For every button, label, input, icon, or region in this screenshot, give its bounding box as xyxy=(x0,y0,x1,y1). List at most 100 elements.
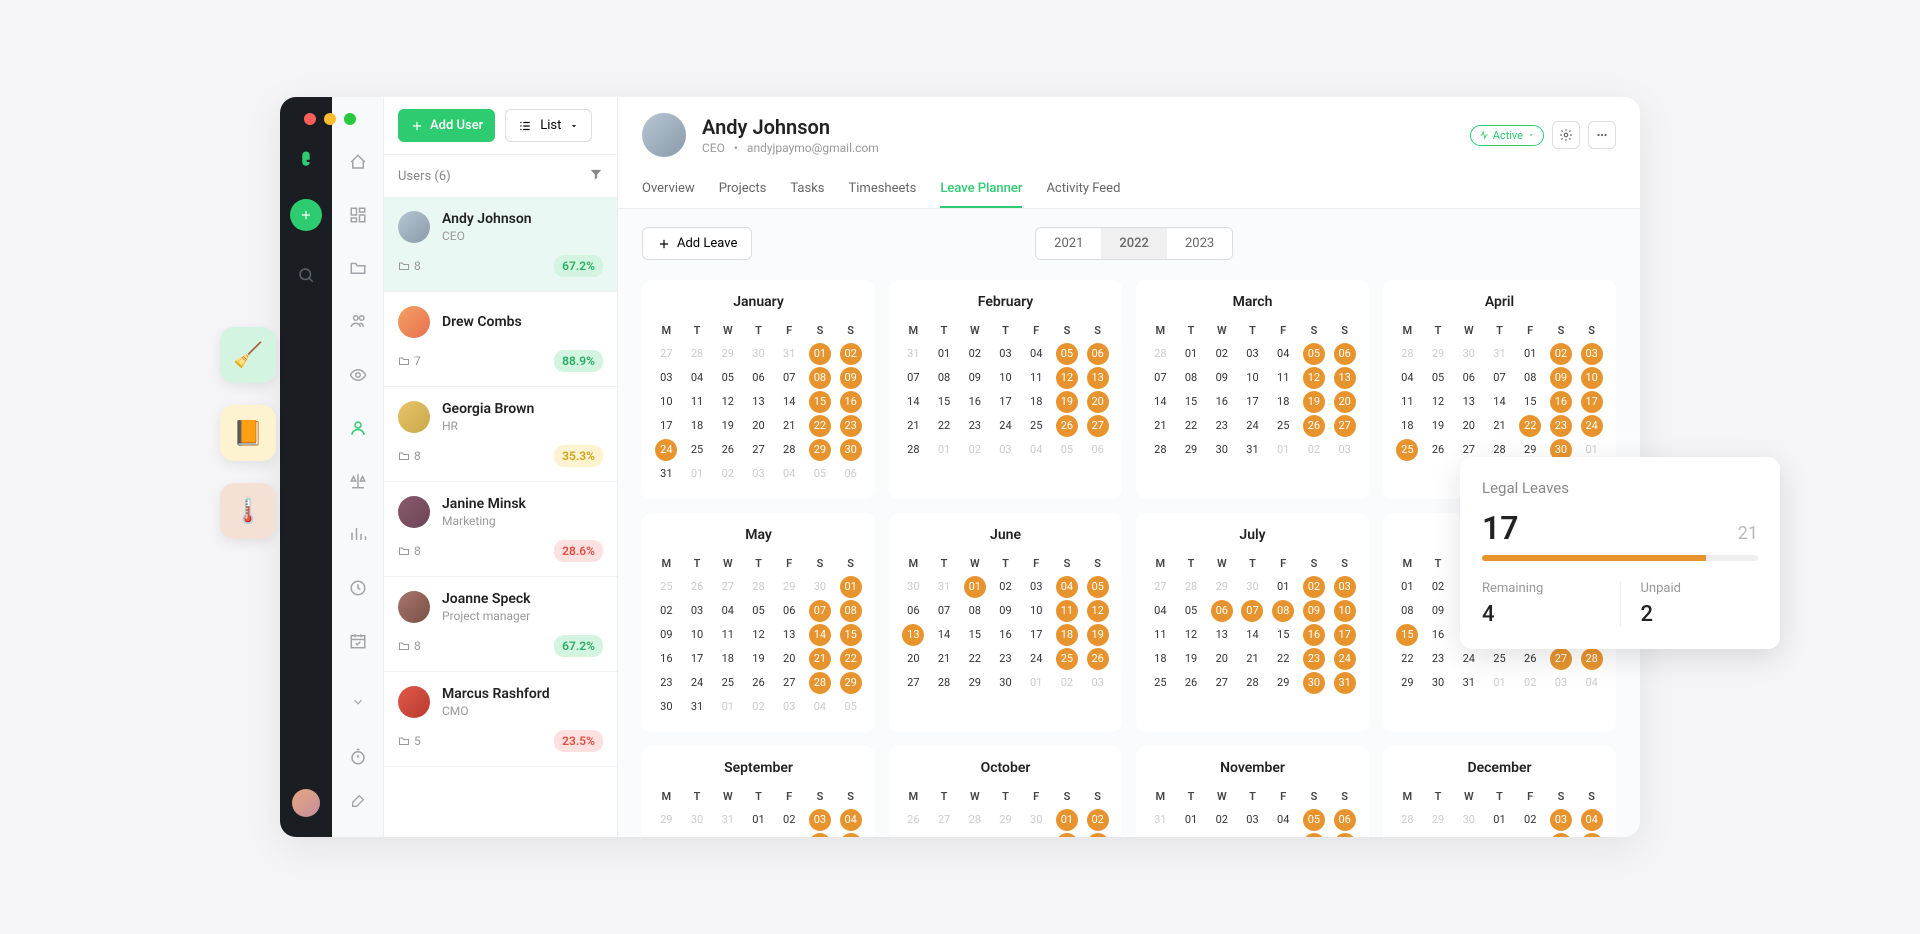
tab-projects[interactable]: Projects xyxy=(719,171,767,208)
day-cell[interactable]: 14 xyxy=(1488,391,1510,413)
day-cell[interactable]: 09 xyxy=(1211,367,1233,389)
day-cell[interactable]: 27 xyxy=(1211,672,1233,694)
day-cell[interactable]: 09 xyxy=(1087,833,1109,837)
day-cell[interactable]: 12 xyxy=(1303,367,1325,389)
tab-tasks[interactable]: Tasks xyxy=(790,171,824,208)
day-cell[interactable]: 24 xyxy=(655,439,677,461)
day-cell[interactable]: 16 xyxy=(655,648,677,670)
day-cell[interactable]: 13 xyxy=(1334,833,1356,837)
day-cell[interactable]: 24 xyxy=(1334,648,1356,670)
day-cell[interactable]: 11 xyxy=(1581,833,1603,837)
day-cell[interactable]: 25 xyxy=(1149,672,1171,694)
day-cell[interactable]: 07 xyxy=(717,833,739,837)
day-cell[interactable]: 20 xyxy=(778,648,800,670)
day-cell[interactable]: 06 xyxy=(994,833,1016,837)
day-cell[interactable]: 17 xyxy=(686,648,708,670)
day-cell[interactable]: 20 xyxy=(1087,391,1109,413)
day-cell[interactable]: 18 xyxy=(1272,391,1294,413)
clients-icon[interactable] xyxy=(342,200,374,229)
day-cell[interactable]: 28 xyxy=(809,672,831,694)
day-cell[interactable]: 14 xyxy=(809,624,831,646)
day-cell[interactable]: 19 xyxy=(1303,391,1325,413)
day-cell[interactable]: 13 xyxy=(1211,624,1233,646)
day-cell[interactable]: 16 xyxy=(1550,391,1572,413)
day-cell[interactable]: 05 xyxy=(747,600,769,622)
day-cell[interactable]: 08 xyxy=(1396,600,1418,622)
day-cell[interactable]: 18 xyxy=(1025,391,1047,413)
day-cell[interactable]: 13 xyxy=(1334,367,1356,389)
day-cell[interactable]: 01 xyxy=(1272,576,1294,598)
day-cell[interactable]: 16 xyxy=(1427,624,1449,646)
day-cell[interactable]: 02 xyxy=(994,576,1016,598)
day-cell[interactable]: 07 xyxy=(1149,833,1171,837)
day-cell[interactable]: 05 xyxy=(1303,809,1325,831)
day-cell[interactable]: 31 xyxy=(655,463,677,485)
maximize-icon[interactable] xyxy=(344,113,356,125)
day-cell[interactable]: 08 xyxy=(1272,600,1294,622)
day-cell[interactable]: 07 xyxy=(1488,367,1510,389)
day-cell[interactable]: 06 xyxy=(902,600,924,622)
scales-icon[interactable] xyxy=(342,467,374,496)
tab-overview[interactable]: Overview xyxy=(642,171,695,208)
day-cell[interactable]: 04 xyxy=(1025,343,1047,365)
day-cell[interactable]: 28 xyxy=(933,672,955,694)
day-cell[interactable]: 18 xyxy=(1149,648,1171,670)
day-cell[interactable]: 01 xyxy=(933,343,955,365)
day-cell[interactable]: 15 xyxy=(809,391,831,413)
close-icon[interactable] xyxy=(304,113,316,125)
day-cell[interactable]: 09 xyxy=(994,600,1016,622)
day-cell[interactable]: 13 xyxy=(1458,391,1480,413)
day-cell[interactable]: 09 xyxy=(1550,367,1572,389)
day-cell[interactable]: 31 xyxy=(1458,672,1480,694)
day-cell[interactable]: 20 xyxy=(1211,648,1233,670)
day-cell[interactable]: 04 xyxy=(1149,600,1171,622)
eye-icon[interactable] xyxy=(342,360,374,389)
day-cell[interactable]: 17 xyxy=(655,415,677,437)
day-cell[interactable]: 23 xyxy=(1303,648,1325,670)
day-cell[interactable]: 24 xyxy=(994,415,1016,437)
day-cell[interactable]: 10 xyxy=(1241,833,1263,837)
tab-timesheets[interactable]: Timesheets xyxy=(849,171,917,208)
day-cell[interactable]: 11 xyxy=(1025,367,1047,389)
day-cell[interactable]: 11 xyxy=(840,833,862,837)
day-cell[interactable]: 02 xyxy=(778,809,800,831)
day-cell[interactable]: 05 xyxy=(1427,367,1449,389)
day-cell[interactable]: 19 xyxy=(1427,415,1449,437)
day-cell[interactable]: 05 xyxy=(717,367,739,389)
day-cell[interactable]: 30 xyxy=(1427,672,1449,694)
day-cell[interactable]: 09 xyxy=(1303,600,1325,622)
day-cell[interactable]: 02 xyxy=(840,343,862,365)
day-cell[interactable]: 09 xyxy=(1211,833,1233,837)
day-cell[interactable]: 29 xyxy=(964,672,986,694)
day-cell[interactable]: 12 xyxy=(1303,833,1325,837)
day-cell[interactable]: 03 xyxy=(1581,343,1603,365)
day-cell[interactable]: 26 xyxy=(1087,648,1109,670)
day-cell[interactable]: 10 xyxy=(686,624,708,646)
day-cell[interactable]: 29 xyxy=(809,439,831,461)
day-cell[interactable]: 26 xyxy=(1519,648,1541,670)
day-cell[interactable]: 01 xyxy=(1056,809,1078,831)
chart-icon[interactable] xyxy=(342,520,374,549)
day-cell[interactable]: 04 xyxy=(1396,367,1418,389)
day-cell[interactable]: 23 xyxy=(655,672,677,694)
day-cell[interactable]: 09 xyxy=(655,624,677,646)
calendar-icon[interactable] xyxy=(342,626,374,655)
folder-icon[interactable] xyxy=(342,254,374,283)
logo-icon[interactable] xyxy=(294,147,318,171)
day-cell[interactable]: 29 xyxy=(840,672,862,694)
day-cell[interactable]: 08 xyxy=(840,600,862,622)
year-tab[interactable]: 2022 xyxy=(1101,228,1167,259)
gear-icon[interactable] xyxy=(1552,121,1580,149)
day-cell[interactable]: 25 xyxy=(1272,415,1294,437)
day-cell[interactable]: 20 xyxy=(902,648,924,670)
day-cell[interactable]: 04 xyxy=(1272,809,1294,831)
day-cell[interactable]: 08 xyxy=(1488,833,1510,837)
day-cell[interactable]: 04 xyxy=(1581,809,1603,831)
day-cell[interactable]: 01 xyxy=(1396,576,1418,598)
day-cell[interactable]: 09 xyxy=(1427,600,1449,622)
day-cell[interactable]: 15 xyxy=(964,624,986,646)
day-cell[interactable]: 13 xyxy=(902,624,924,646)
settings-icon[interactable] xyxy=(342,785,374,817)
tab-activity-feed[interactable]: Activity Feed xyxy=(1046,171,1120,208)
day-cell[interactable]: 01 xyxy=(840,576,862,598)
